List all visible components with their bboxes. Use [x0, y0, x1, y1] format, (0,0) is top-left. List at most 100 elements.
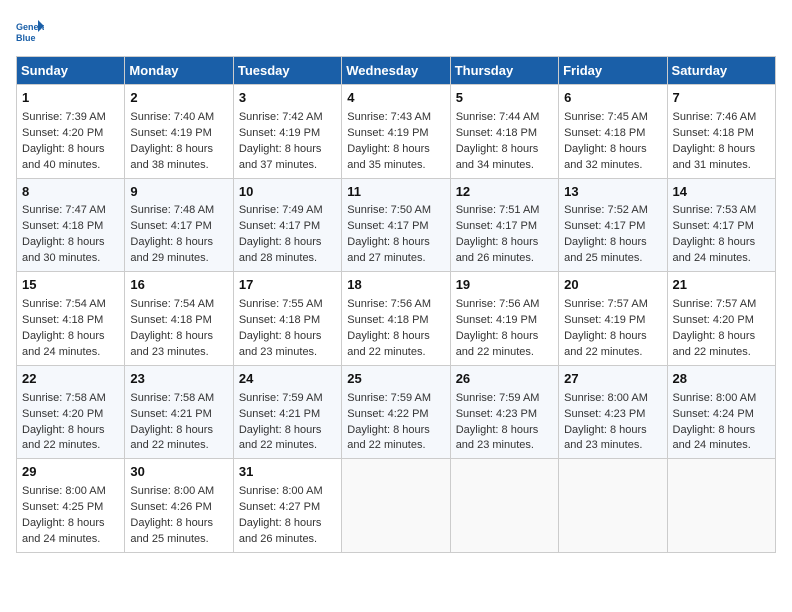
calendar-week-row: 1Sunrise: 7:39 AMSunset: 4:20 PMDaylight…: [17, 85, 776, 179]
calendar-week-row: 22Sunrise: 7:58 AMSunset: 4:20 PMDayligh…: [17, 365, 776, 459]
weekday-header: Friday: [559, 57, 667, 85]
day-number: 10: [239, 183, 336, 202]
calendar-table: SundayMondayTuesdayWednesdayThursdayFrid…: [16, 56, 776, 553]
calendar-cell: 25Sunrise: 7:59 AMSunset: 4:22 PMDayligh…: [342, 365, 450, 459]
day-info: Sunset: 4:19 PM: [130, 126, 227, 142]
day-number: 25: [347, 370, 444, 389]
calendar-cell: 4Sunrise: 7:43 AMSunset: 4:19 PMDaylight…: [342, 85, 450, 179]
day-info: Sunrise: 7:59 AM: [239, 391, 336, 407]
day-info: and 22 minutes.: [564, 345, 661, 361]
day-info: and 22 minutes.: [347, 345, 444, 361]
calendar-cell: 20Sunrise: 7:57 AMSunset: 4:19 PMDayligh…: [559, 272, 667, 366]
day-number: 5: [456, 89, 553, 108]
day-info: Sunrise: 8:00 AM: [130, 484, 227, 500]
day-info: Sunrise: 7:47 AM: [22, 203, 119, 219]
day-info: and 24 minutes.: [673, 438, 770, 454]
day-info: Sunset: 4:23 PM: [564, 407, 661, 423]
day-info: and 23 minutes.: [456, 438, 553, 454]
day-info: Sunset: 4:19 PM: [564, 313, 661, 329]
calendar-body: 1Sunrise: 7:39 AMSunset: 4:20 PMDaylight…: [17, 85, 776, 553]
day-info: Daylight: 8 hours: [130, 235, 227, 251]
day-info: Sunset: 4:20 PM: [22, 126, 119, 142]
day-info: and 25 minutes.: [130, 532, 227, 548]
day-info: Sunset: 4:19 PM: [239, 126, 336, 142]
calendar-cell: [450, 459, 558, 553]
calendar-cell: 16Sunrise: 7:54 AMSunset: 4:18 PMDayligh…: [125, 272, 233, 366]
day-info: and 22 minutes.: [673, 345, 770, 361]
day-info: Sunrise: 8:00 AM: [22, 484, 119, 500]
day-number: 3: [239, 89, 336, 108]
calendar-cell: 23Sunrise: 7:58 AMSunset: 4:21 PMDayligh…: [125, 365, 233, 459]
calendar-cell: 21Sunrise: 7:57 AMSunset: 4:20 PMDayligh…: [667, 272, 775, 366]
day-number: 14: [673, 183, 770, 202]
day-info: and 22 minutes.: [239, 438, 336, 454]
day-info: Sunset: 4:18 PM: [130, 313, 227, 329]
day-info: Sunset: 4:18 PM: [347, 313, 444, 329]
day-number: 27: [564, 370, 661, 389]
calendar-header-row: SundayMondayTuesdayWednesdayThursdayFrid…: [17, 57, 776, 85]
day-info: and 31 minutes.: [673, 158, 770, 174]
calendar-week-row: 15Sunrise: 7:54 AMSunset: 4:18 PMDayligh…: [17, 272, 776, 366]
calendar-cell: 8Sunrise: 7:47 AMSunset: 4:18 PMDaylight…: [17, 178, 125, 272]
calendar-cell: 14Sunrise: 7:53 AMSunset: 4:17 PMDayligh…: [667, 178, 775, 272]
day-number: 4: [347, 89, 444, 108]
day-number: 7: [673, 89, 770, 108]
calendar-cell: 13Sunrise: 7:52 AMSunset: 4:17 PMDayligh…: [559, 178, 667, 272]
day-info: Sunrise: 7:46 AM: [673, 110, 770, 126]
day-info: Sunrise: 7:54 AM: [22, 297, 119, 313]
day-info: Sunrise: 7:58 AM: [130, 391, 227, 407]
day-info: Daylight: 8 hours: [673, 423, 770, 439]
day-info: Sunset: 4:18 PM: [456, 126, 553, 142]
day-info: and 32 minutes.: [564, 158, 661, 174]
logo-icon: General Blue: [16, 16, 44, 44]
day-info: Sunset: 4:17 PM: [239, 219, 336, 235]
day-info: Daylight: 8 hours: [456, 423, 553, 439]
day-info: Sunrise: 7:56 AM: [456, 297, 553, 313]
weekday-header: Monday: [125, 57, 233, 85]
calendar-cell: 28Sunrise: 8:00 AMSunset: 4:24 PMDayligh…: [667, 365, 775, 459]
calendar-cell: 27Sunrise: 8:00 AMSunset: 4:23 PMDayligh…: [559, 365, 667, 459]
day-info: Sunrise: 7:53 AM: [673, 203, 770, 219]
weekday-header: Wednesday: [342, 57, 450, 85]
day-info: Sunset: 4:17 PM: [456, 219, 553, 235]
day-info: Sunrise: 7:54 AM: [130, 297, 227, 313]
calendar-cell: 6Sunrise: 7:45 AMSunset: 4:18 PMDaylight…: [559, 85, 667, 179]
weekday-header: Saturday: [667, 57, 775, 85]
day-info: Sunset: 4:18 PM: [564, 126, 661, 142]
day-number: 11: [347, 183, 444, 202]
day-info: and 26 minutes.: [456, 251, 553, 267]
day-info: Sunset: 4:25 PM: [22, 500, 119, 516]
day-info: and 22 minutes.: [130, 438, 227, 454]
day-number: 21: [673, 276, 770, 295]
day-info: and 27 minutes.: [347, 251, 444, 267]
calendar-cell: 12Sunrise: 7:51 AMSunset: 4:17 PMDayligh…: [450, 178, 558, 272]
day-info: Sunset: 4:23 PM: [456, 407, 553, 423]
day-info: Sunrise: 8:00 AM: [239, 484, 336, 500]
day-info: Sunset: 4:19 PM: [456, 313, 553, 329]
day-info: Sunrise: 7:52 AM: [564, 203, 661, 219]
day-number: 8: [22, 183, 119, 202]
day-info: Sunrise: 7:59 AM: [456, 391, 553, 407]
day-info: and 24 minutes.: [22, 532, 119, 548]
day-info: Sunset: 4:20 PM: [22, 407, 119, 423]
day-info: and 22 minutes.: [347, 438, 444, 454]
day-info: and 29 minutes.: [130, 251, 227, 267]
calendar-cell: 26Sunrise: 7:59 AMSunset: 4:23 PMDayligh…: [450, 365, 558, 459]
day-info: and 37 minutes.: [239, 158, 336, 174]
day-info: Sunset: 4:18 PM: [673, 126, 770, 142]
day-number: 30: [130, 463, 227, 482]
calendar-cell: 11Sunrise: 7:50 AMSunset: 4:17 PMDayligh…: [342, 178, 450, 272]
calendar-cell: [667, 459, 775, 553]
day-info: and 24 minutes.: [673, 251, 770, 267]
day-info: Daylight: 8 hours: [22, 329, 119, 345]
day-info: Daylight: 8 hours: [22, 516, 119, 532]
day-info: Sunset: 4:18 PM: [22, 313, 119, 329]
day-info: Daylight: 8 hours: [456, 329, 553, 345]
calendar-cell: 18Sunrise: 7:56 AMSunset: 4:18 PMDayligh…: [342, 272, 450, 366]
day-number: 28: [673, 370, 770, 389]
day-info: Sunset: 4:18 PM: [22, 219, 119, 235]
day-info: Daylight: 8 hours: [347, 423, 444, 439]
day-number: 23: [130, 370, 227, 389]
day-info: Sunrise: 8:00 AM: [673, 391, 770, 407]
day-info: Daylight: 8 hours: [239, 516, 336, 532]
